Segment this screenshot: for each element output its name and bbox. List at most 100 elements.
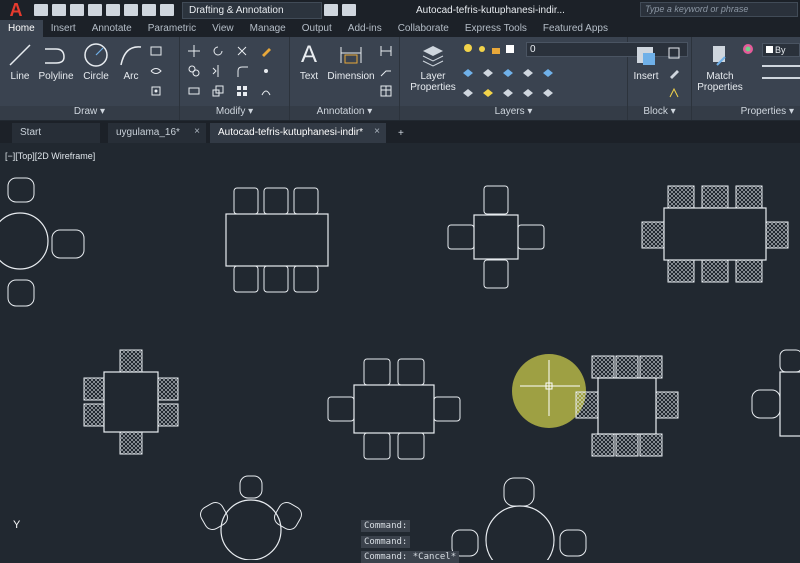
fillet-icon[interactable] (236, 65, 248, 77)
redo-icon[interactable] (142, 4, 156, 16)
lock-icon[interactable] (490, 43, 502, 55)
color-dropdown[interactable]: By (762, 43, 800, 57)
save-icon[interactable] (70, 4, 84, 16)
hatch-icon[interactable] (150, 65, 162, 77)
scale-icon[interactable] (212, 85, 224, 97)
file-tab-current[interactable]: Autocad-tefris-kutuphanesi-indir* × (210, 123, 386, 143)
layer-isolate-icon[interactable] (482, 67, 494, 79)
block-panel-title[interactable]: Block ▾ (628, 106, 691, 120)
layer-walk-icon[interactable] (502, 87, 514, 99)
round-table-set-3[interactable] (451, 477, 587, 560)
draw-panel-title-text: Draw (73, 106, 98, 117)
layer-lock-icon[interactable] (542, 67, 554, 79)
layer-previous-icon[interactable] (482, 87, 494, 99)
layer-merge-icon[interactable] (522, 87, 534, 99)
tab-add-ins[interactable]: Add-ins (340, 20, 390, 37)
tab-manage[interactable]: Manage (242, 20, 294, 37)
insert-block-tool[interactable]: Insert (630, 43, 662, 82)
square-table-set-3[interactable] (575, 355, 679, 457)
trim-icon[interactable] (236, 45, 248, 57)
web-mobile-icon[interactable] (106, 4, 120, 16)
layer-state-icon[interactable] (462, 67, 474, 79)
erase-icon[interactable] (260, 45, 272, 57)
table-icon[interactable] (380, 85, 392, 97)
layer-properties-tool[interactable]: Layer Properties (410, 43, 456, 93)
color-wheel-icon[interactable] (742, 43, 754, 55)
dimension-tool[interactable]: Dimension (326, 41, 376, 82)
drawing-canvas[interactable] (0, 145, 800, 560)
round-table-set-2[interactable] (198, 475, 305, 560)
tab-annotate[interactable]: Annotate (84, 20, 140, 37)
rect-table-set-1[interactable] (225, 187, 329, 293)
layers-panel-title[interactable]: Layers ▾ (400, 106, 627, 120)
rectangle-icon[interactable] (150, 45, 162, 57)
sun-icon[interactable] (476, 43, 488, 55)
circle-tool[interactable]: Circle (80, 41, 112, 82)
tab-featured-apps[interactable]: Featured Apps (535, 20, 616, 37)
lightbulb-icon[interactable] (462, 43, 474, 55)
search-input[interactable]: Type a keyword or phrase (640, 2, 798, 17)
attribute-icon[interactable] (668, 87, 680, 99)
properties-panel-title[interactable]: Properties ▾ (692, 106, 800, 120)
share-icon[interactable] (160, 4, 174, 16)
color-swatch-icon[interactable] (504, 43, 516, 55)
layer-delete-icon[interactable] (542, 87, 554, 99)
close-tab-icon[interactable]: × (194, 126, 200, 137)
layer-freeze-icon[interactable] (522, 67, 534, 79)
close-current-tab-icon[interactable]: × (374, 126, 380, 137)
move-icon[interactable] (188, 45, 200, 57)
modify-panel-title[interactable]: Modify ▾ (180, 106, 289, 120)
tab-express-tools[interactable]: Express Tools (457, 20, 535, 37)
lineweight-line[interactable] (762, 65, 800, 67)
ribbon: Line Polyline Circle Arc Draw ▾ Modify ▾… (0, 37, 800, 120)
match-properties-tool[interactable]: Match Properties (696, 43, 744, 93)
command-history-line-1: Command: (361, 520, 411, 532)
linear-dim-icon[interactable] (380, 45, 392, 57)
copy-icon[interactable] (188, 65, 200, 77)
rect-table-set-2[interactable] (641, 185, 789, 283)
rect-table-set-3[interactable] (327, 358, 461, 460)
layer-off-icon[interactable] (502, 67, 514, 79)
mirror-icon[interactable] (212, 65, 224, 77)
application-menu-button[interactable]: A (0, 0, 32, 20)
annotation-panel-title[interactable]: Annotation ▾ (290, 106, 399, 120)
new-file-icon[interactable] (34, 4, 48, 16)
tab-output[interactable]: Output (294, 20, 340, 37)
layer-match-icon[interactable] (462, 87, 474, 99)
stretch-icon[interactable] (188, 85, 200, 97)
rotate-icon[interactable] (212, 45, 224, 57)
tab-collaborate[interactable]: Collaborate (390, 20, 457, 37)
tab-view[interactable]: View (204, 20, 242, 37)
rect-table-set-4[interactable] (751, 349, 800, 437)
draw-panel-title[interactable]: Draw ▾ (0, 106, 179, 120)
square-table-set-1[interactable] (447, 185, 545, 289)
plot-icon[interactable] (324, 4, 338, 16)
gradient-icon[interactable] (150, 85, 162, 97)
linetype-line[interactable] (762, 77, 800, 79)
workspace-selector[interactable]: Drafting & Annotation (182, 1, 322, 19)
open-file-icon[interactable] (52, 4, 66, 16)
line-tool[interactable]: Line (6, 41, 34, 82)
tab-parametric[interactable]: Parametric (140, 20, 204, 37)
create-block-icon[interactable] (668, 47, 680, 59)
edit-block-icon[interactable] (668, 67, 680, 79)
new-tab-button[interactable]: + (398, 128, 404, 143)
tab-home[interactable]: Home (0, 20, 43, 37)
layer-properties-label-2: Properties (410, 82, 456, 93)
save-as-icon[interactable] (88, 4, 102, 16)
text-tool[interactable]: A Text (296, 41, 322, 82)
round-table-set-1[interactable] (0, 177, 85, 307)
offset-icon[interactable] (260, 85, 272, 97)
polyline-tool[interactable]: Polyline (36, 41, 76, 82)
square-table-set-2[interactable] (83, 349, 179, 455)
undo-icon[interactable] (124, 4, 138, 16)
array-icon[interactable] (236, 85, 248, 97)
match-icon[interactable] (342, 4, 356, 16)
tab-insert[interactable]: Insert (43, 20, 84, 37)
layers-panel: Layer Properties 0 Layers ▾ (400, 37, 688, 120)
file-tab-uygulama[interactable]: uygulama_16* × (108, 123, 206, 143)
file-tab-start[interactable]: Start (12, 123, 100, 143)
leader-icon[interactable] (380, 65, 392, 77)
arc-tool[interactable]: Arc (116, 41, 146, 82)
explode-icon[interactable] (260, 65, 272, 77)
